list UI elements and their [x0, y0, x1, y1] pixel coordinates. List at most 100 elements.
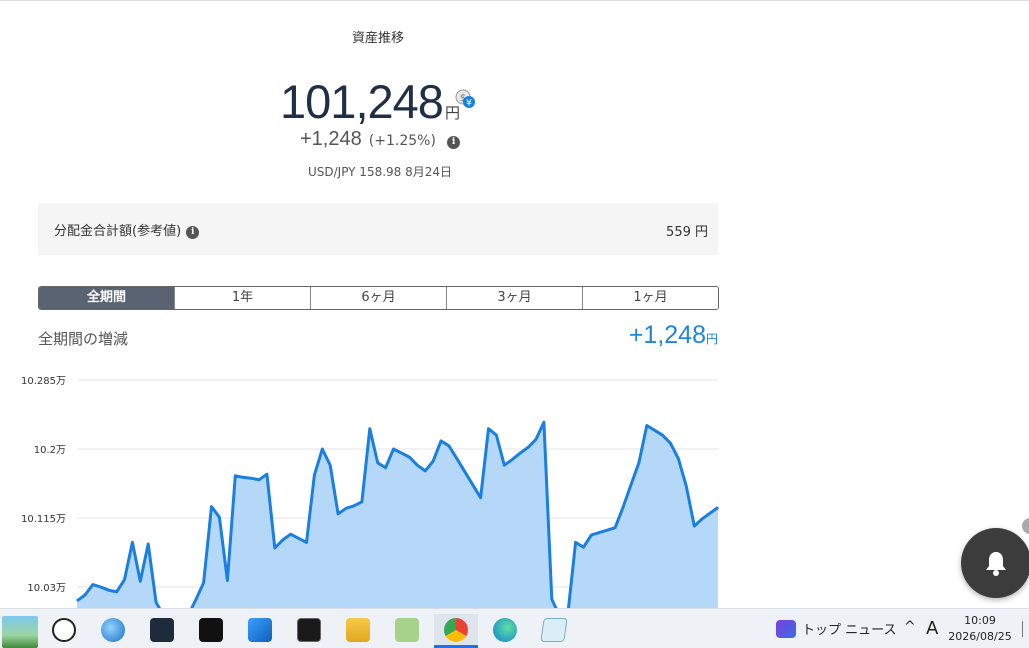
data-point [298, 537, 300, 539]
browser-swirl-icon[interactable] [91, 614, 135, 648]
data-point [590, 534, 592, 536]
data-point [377, 462, 379, 464]
data-point [527, 446, 529, 448]
tray-chevron-icon[interactable]: ^ [904, 619, 916, 635]
data-point [147, 543, 149, 545]
clock-date: 2026/08/25 [948, 630, 1012, 643]
news-widget[interactable]: トップ ニュース [776, 619, 896, 638]
distribution-label: 分配金合計額(参考値) [54, 224, 182, 239]
data-point [654, 429, 656, 431]
data-point [480, 497, 482, 499]
data-point [495, 434, 497, 436]
y-tick-label: 10.285万 [21, 376, 66, 387]
data-point [203, 582, 205, 584]
data-point [440, 440, 442, 442]
landscape-icon[interactable] [0, 614, 44, 648]
svg-text:¥: ¥ [466, 99, 472, 109]
chrome-icon[interactable] [434, 614, 478, 648]
data-point [274, 547, 276, 549]
tab-3-months[interactable]: 3ヶ月 [446, 287, 582, 309]
data-point [677, 458, 679, 460]
data-point [575, 541, 577, 543]
data-point [218, 516, 220, 518]
period-change-amount: +1,248 [628, 321, 706, 349]
notification-bell-button[interactable] [961, 528, 1029, 598]
info-icon[interactable]: i [186, 226, 200, 239]
data-point [250, 477, 252, 479]
data-point [195, 599, 197, 601]
data-point [393, 448, 394, 450]
fx-rate-text: USD/JPY 158.98 8月24日 [307, 165, 453, 179]
data-point [535, 438, 537, 440]
data-point [76, 600, 78, 602]
period-tabs: 全期間 1年 6ヶ月 3ヶ月 1ヶ月 [38, 286, 719, 310]
balance-change: +1,248 (+1.25%) i [270, 128, 490, 151]
data-point [408, 456, 410, 458]
video-editor-icon[interactable] [140, 614, 184, 648]
clock[interactable]: 10:09 2026/08/25 [944, 613, 1016, 645]
edge-scroll-indicator[interactable] [1022, 518, 1029, 534]
data-point [606, 529, 608, 531]
ime-indicator[interactable]: A [926, 618, 938, 639]
data-point [329, 464, 331, 466]
data-point [369, 428, 371, 430]
news-icon [776, 620, 796, 638]
data-point [614, 527, 616, 529]
tab-all-period[interactable]: 全期間 [39, 287, 174, 309]
data-point [701, 518, 703, 520]
data-point [139, 580, 141, 582]
data-point [583, 546, 584, 548]
data-point [717, 506, 719, 508]
data-point [321, 448, 323, 450]
data-point [361, 501, 363, 503]
page-title: 資産推移 [351, 31, 404, 46]
y-tick-label: 10.2万 [34, 445, 66, 456]
data-point [598, 532, 600, 534]
y-tick-label: 10.03万 [27, 583, 66, 594]
clock-time: 10:09 [964, 614, 996, 627]
data-point [401, 452, 402, 454]
data-point [551, 598, 553, 600]
data-point [211, 506, 212, 508]
tab-6-months[interactable]: 6ヶ月 [310, 287, 446, 309]
edge-icon[interactable] [483, 614, 527, 648]
info-icon[interactable]: i [447, 136, 461, 149]
data-point [488, 428, 489, 430]
data-point [630, 484, 632, 486]
d-app-icon[interactable] [189, 614, 233, 648]
data-point [670, 442, 671, 444]
show-desktop-button[interactable] [1022, 621, 1029, 637]
currency-switch-icon[interactable]: $ ¥ [454, 88, 478, 110]
data-point [622, 506, 624, 508]
data-point [242, 476, 244, 478]
data-point [337, 513, 339, 515]
period-change-unit: 円 [705, 332, 718, 346]
notepad-icon[interactable] [532, 614, 576, 648]
outlook-icon[interactable] [238, 614, 282, 648]
tab-1-year[interactable]: 1年 [174, 287, 310, 309]
data-point [464, 471, 466, 473]
speech-app-icon[interactable] [42, 614, 86, 648]
data-point [124, 579, 125, 581]
data-point [84, 594, 86, 596]
taskbar: トップ ニュース ^ A 10:09 2026/08/25 [0, 608, 1029, 648]
data-point [685, 485, 687, 487]
tab-1-month[interactable]: 1ヶ月 [582, 287, 718, 309]
data-point [416, 464, 418, 466]
data-point [503, 464, 505, 466]
data-point [226, 580, 228, 581]
data-point [472, 484, 474, 486]
y-tick-label: 10.115万 [21, 514, 66, 525]
data-point [693, 525, 695, 527]
data-point [456, 458, 458, 460]
data-point [385, 467, 387, 469]
change-percent: (+1.25%) [368, 133, 436, 149]
top-divider [0, 0, 1029, 1]
v-app-icon[interactable] [385, 614, 429, 648]
period-change-label: 全期間の増減 [38, 330, 129, 348]
terminal-icon[interactable] [287, 614, 331, 648]
data-point [646, 425, 648, 426]
data-point [234, 475, 236, 477]
data-point [266, 473, 268, 475]
file-explorer-icon[interactable] [336, 614, 380, 648]
